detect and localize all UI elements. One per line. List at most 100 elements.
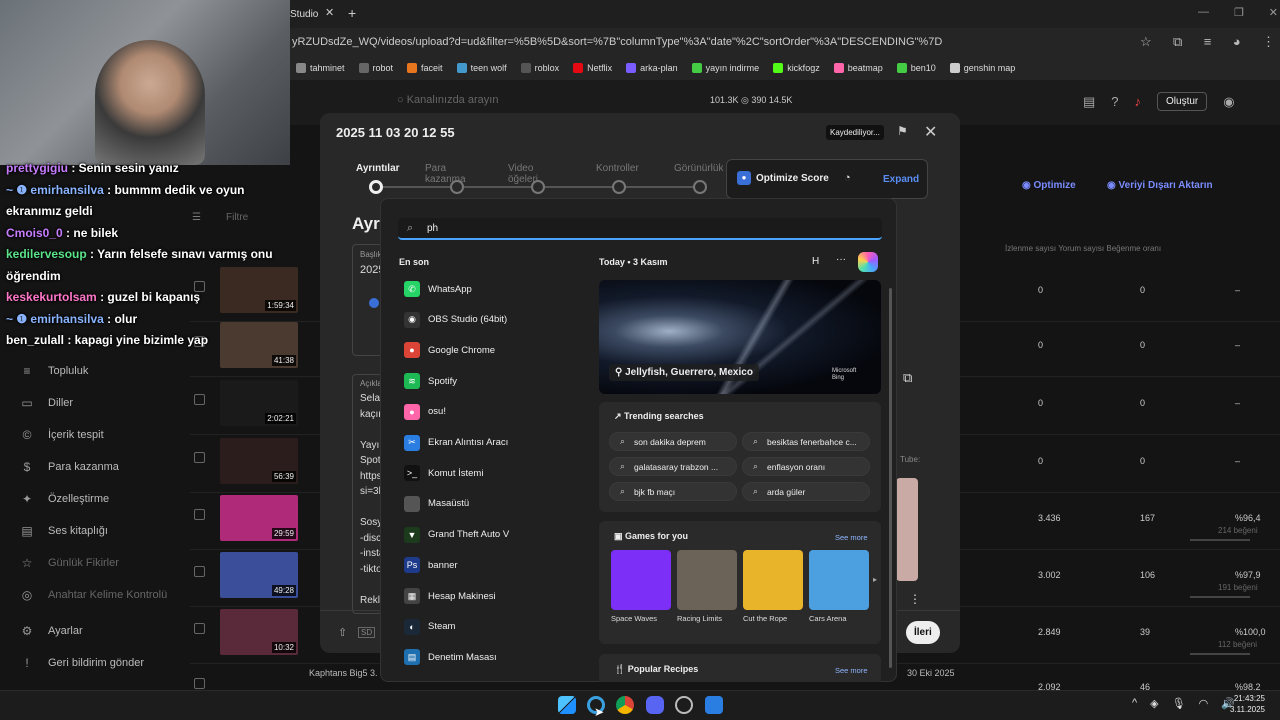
bookmark-item[interactable]: tahminet (296, 63, 345, 73)
step-1[interactable]: Ayrıntılar (356, 163, 400, 174)
more-options-icon[interactable]: ⋮ (909, 592, 921, 606)
extensions-icon[interactable]: ⧉ (1173, 34, 1182, 50)
chrome-taskbar-icon[interactable] (616, 696, 634, 714)
trending-chip[interactable]: ⌕ arda güler (742, 482, 870, 501)
create-button[interactable]: Oluştur (1157, 92, 1208, 111)
browser-tab[interactable]: Studio (290, 4, 345, 28)
profile-avatar[interactable]: ◕ (1233, 34, 1241, 50)
tab-close-icon[interactable]: ✕ (325, 6, 334, 19)
close-window-icon[interactable]: ✕ (1269, 6, 1278, 22)
row-checkbox[interactable] (194, 623, 205, 634)
trending-chip[interactable]: ⌕ enflasyon oranı (742, 457, 870, 476)
sidebar-item[interactable]: ◎ Anahtar Kelime Kontrolü (0, 579, 170, 611)
new-tab-icon[interactable]: + (348, 5, 356, 21)
help-icon[interactable]: ? (1111, 94, 1118, 109)
expand-button[interactable]: Expand (883, 174, 919, 185)
app-item[interactable]: ✆ WhatsApp (404, 274, 584, 304)
sidebar-item[interactable]: ⚙ Ayarlar (0, 615, 170, 647)
step-dot[interactable] (450, 180, 464, 194)
sidebar-item[interactable]: ✦ Özelleştirme (0, 483, 170, 515)
app-item[interactable]: ✂ Ekran Alıntısı Aracı (404, 428, 584, 458)
bookmark-item[interactable]: Netflix (573, 63, 612, 73)
game-tile[interactable] (611, 550, 671, 610)
video-thumbnail[interactable]: 49:28 (220, 552, 298, 598)
clock[interactable]: 21:43:25 3.11.2025 (1230, 693, 1265, 715)
trending-chip[interactable]: ⌕ besiktas fenerbahce c... (742, 432, 870, 451)
bookmark-item[interactable]: robot (358, 63, 393, 73)
app-item[interactable]: >_ Komut İstemi (404, 458, 584, 488)
row-checkbox[interactable] (194, 566, 205, 577)
recipes-see-more-link[interactable]: See more (835, 666, 868, 675)
sidebar-item[interactable]: ▤ Ses kitaplığı (0, 515, 170, 547)
step-dot[interactable] (531, 180, 545, 194)
bookmark-item[interactable]: beatmap (833, 63, 883, 73)
close-dialog-icon[interactable]: ✕ (924, 122, 937, 142)
app-item[interactable]: ● Google Chrome (404, 335, 584, 365)
app-item[interactable]: ≋ Spotify (404, 366, 584, 396)
tray-chevron-icon[interactable]: ^ (1132, 697, 1137, 710)
captions-icon[interactable]: ▤ (1083, 94, 1095, 110)
sidebar-item[interactable]: $ Para kazanma (0, 451, 170, 483)
last-row-title[interactable]: Kaphtans Big5 3. B (309, 668, 386, 678)
app-item[interactable]: Masaüstü (404, 489, 584, 519)
bookmark-item[interactable]: ben10 (896, 63, 936, 73)
game-tile[interactable] (809, 550, 869, 610)
channel-avatar[interactable]: ◉ (1223, 94, 1234, 110)
trending-chip[interactable]: ⌕ son dakika deprem (609, 432, 737, 451)
start-scrollbar[interactable] (889, 288, 892, 668)
game-tile[interactable] (677, 550, 737, 610)
video-thumbnail[interactable]: 56:39 (220, 438, 298, 484)
bookmark-item[interactable]: kickfogz (773, 63, 820, 73)
trending-chip[interactable]: ⌕ bjk fb maçı (609, 482, 737, 501)
next-button[interactable]: İleri (906, 621, 940, 644)
optimize-tab[interactable]: ◉ Optimize (1022, 180, 1076, 191)
sidebar-item[interactable]: ☆ Günlük Fikirler (0, 547, 170, 579)
export-tab[interactable]: ◉ Veriyi Dışarı Aktarın (1107, 180, 1213, 191)
ai-suggest-icon[interactable] (369, 298, 379, 308)
upload-icon[interactable]: ⇧ (338, 626, 347, 639)
bookmark-item[interactable]: faceit (407, 63, 443, 73)
sidebar-item[interactable]: © İçerik tespit (0, 419, 170, 451)
obs-taskbar-icon[interactable] (675, 696, 693, 714)
windows-start-icon[interactable] (558, 696, 576, 714)
trending-chip[interactable]: ⌕ galatasaray trabzon ... (609, 457, 737, 476)
window-controls[interactable]: — ❐ ✕ (1198, 6, 1278, 22)
report-flag-icon[interactable]: ⚑ (897, 124, 908, 138)
sidebar-item[interactable]: ≡ Topluluk (0, 355, 170, 387)
video-thumbnail[interactable]: 10:32 (220, 609, 298, 655)
notification-bell-icon[interactable]: ♪ (1135, 94, 1142, 109)
minimize-icon[interactable]: — (1198, 6, 1209, 22)
app-item[interactable]: ● osu! (404, 397, 584, 427)
hero-location-caption[interactable]: ⚲ Jellyfish, Guerrero, Mexico (609, 364, 759, 381)
row-checkbox[interactable] (194, 394, 205, 405)
url-text[interactable]: yRZUDsdZe_WQ/videos/upload?d=ud&filter=%… (292, 36, 942, 48)
app-item[interactable]: ▤ Denetim Masası (404, 642, 584, 672)
video-thumbnail[interactable]: 29:59 (220, 495, 298, 541)
bookmark-item[interactable]: genshin map (949, 63, 1015, 73)
sidebar-item[interactable]: ▭ Diller (0, 387, 170, 419)
step-5[interactable]: Görünürlük (674, 163, 723, 174)
channel-search-input[interactable]: ○ Kanalınızda arayın (385, 88, 705, 116)
network-icon[interactable]: ◈ (1150, 697, 1158, 710)
more-options-icon[interactable]: ··· (836, 254, 846, 265)
games-see-more-link[interactable]: See more (835, 533, 868, 542)
bookmark-item[interactable]: yayın indirme (691, 63, 759, 73)
step-dot[interactable] (369, 180, 383, 194)
row-checkbox[interactable] (194, 678, 205, 689)
app-item[interactable]: Ps banner (404, 550, 584, 580)
mic-icon[interactable]: 🎙 (1172, 697, 1186, 710)
games-next-icon[interactable]: ▸ (873, 575, 877, 584)
step-dot[interactable] (612, 180, 626, 194)
app-item[interactable]: ▦ Hesap Makinesi (404, 581, 584, 611)
app-item[interactable]: ◉ OBS Studio (64bit) (404, 305, 584, 335)
menu-kebab-icon[interactable]: ⋮ (1262, 34, 1275, 50)
wifi-icon[interactable]: ◠ (1199, 697, 1209, 710)
video-thumbnail[interactable]: 2:02:21 (220, 380, 298, 426)
start-search-input[interactable] (398, 218, 882, 240)
video-preview-thumbnail[interactable] (896, 478, 918, 581)
bookmark-item[interactable]: arka-plan (626, 63, 678, 73)
media-icon[interactable]: ≡ (1204, 34, 1212, 50)
profile-initial-badge[interactable]: H (812, 256, 819, 267)
copilot-icon[interactable] (858, 252, 878, 272)
bookmark-item[interactable]: roblox (520, 63, 559, 73)
